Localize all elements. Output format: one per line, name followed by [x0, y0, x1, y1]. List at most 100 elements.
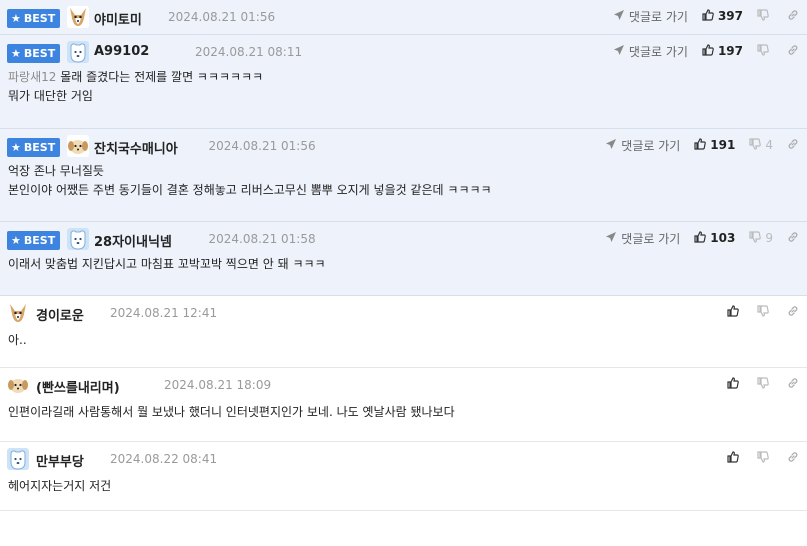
thumbs-down-icon	[757, 304, 769, 320]
arrow-icon	[613, 44, 625, 59]
thumbs-up-icon	[702, 8, 714, 24]
comment-body: 아..	[0, 326, 807, 350]
comment-date: 2024.08.21 01:56	[168, 10, 276, 24]
upvote-count: 397	[717, 9, 743, 23]
comment-date: 2024.08.21 01:56	[208, 139, 316, 153]
upvote-button[interactable]: 191	[694, 137, 735, 153]
goto-reply-link[interactable]: 댓글로 가기	[605, 230, 680, 247]
link-button[interactable]	[787, 44, 799, 59]
nickname[interactable]: A99102	[94, 44, 149, 59]
upvote-count: 197	[717, 44, 743, 58]
link-button[interactable]	[787, 231, 799, 246]
comment-text: 몰래 즐겼다는 전제를 깔면 ㅋㅋㅋㅋㅋㅋ	[60, 70, 264, 84]
avatar[interactable]	[67, 41, 89, 63]
thumbs-down-icon	[749, 137, 762, 153]
comment-item: ★ BEST A99102 2024.08.21 08:11 댓글로 가기 197 파랑새1…	[0, 35, 807, 129]
comment-date: 2024.08.21 01:58	[208, 232, 316, 246]
thumbs-up-icon	[702, 43, 714, 59]
nickname[interactable]: 만부부당	[36, 451, 84, 470]
goto-reply-label: 댓글로 가기	[628, 44, 688, 59]
nickname[interactable]: 야미토미	[94, 9, 142, 28]
star-icon: ★	[11, 141, 21, 154]
link-button[interactable]	[787, 138, 799, 153]
avatar[interactable]	[67, 6, 89, 28]
comment-line: 뭐가 대단한 거임	[8, 87, 799, 106]
comment-text: 아..	[8, 333, 27, 347]
thumbs-down-icon	[757, 43, 769, 59]
thumbs-down-icon	[757, 8, 769, 24]
nickname[interactable]: 경이로운	[36, 305, 84, 324]
downvote-button[interactable]: 9	[749, 230, 773, 246]
best-badge: ★ BEST	[7, 9, 61, 28]
best-badge: ★ BEST	[7, 44, 61, 63]
upvote-button[interactable]: 397	[702, 8, 743, 24]
comment-date: 2024.08.21 08:11	[195, 45, 303, 59]
downvote-button[interactable]	[757, 8, 773, 24]
avatar[interactable]	[67, 228, 89, 250]
arrow-icon	[605, 138, 617, 153]
link-button[interactable]	[787, 377, 799, 392]
comment-text: 억장 존나 무너질듯	[8, 164, 104, 178]
goto-reply-link[interactable]: 댓글로 가기	[605, 137, 680, 154]
avatar[interactable]	[67, 135, 89, 157]
comment-body: 이래서 맞춤법 지킨답시고 마침표 꼬박꼬박 찍으면 안 돼 ㅋㅋㅋ	[0, 252, 807, 274]
comment-item: 경이로운 2024.08.21 12:41 아..	[0, 296, 807, 368]
upvote-button[interactable]	[727, 376, 743, 392]
comment-actions: 댓글로 가기 103 9	[605, 229, 799, 247]
nickname[interactable]: 잔치국수매니아	[94, 138, 178, 157]
comment-line: 본인이야 어쨌든 주변 동기들이 결혼 정해놓고 리버스고무신 뽐뿌 오지게 넣…	[8, 181, 799, 200]
best-label: BEST	[23, 12, 56, 25]
link-button[interactable]	[787, 9, 799, 24]
avatar[interactable]	[7, 448, 29, 470]
comment-line: 아..	[8, 331, 799, 350]
comment-item: 만부부당 2024.08.22 08:41 헤어지자는거지 저건	[0, 442, 807, 511]
best-label: BEST	[23, 141, 56, 154]
downvote-button[interactable]	[757, 43, 773, 59]
comment-actions	[727, 375, 799, 393]
link-button[interactable]	[787, 305, 799, 320]
comment-actions: 댓글로 가기 191 4	[605, 136, 799, 154]
avatar[interactable]	[7, 302, 29, 324]
comment-line: 억장 존나 무너질듯	[8, 162, 799, 181]
goto-reply-label: 댓글로 가기	[621, 138, 681, 153]
comment-item: (빤쓰를내리며) 2024.08.21 18:09 인편이라길래 사람통해서 뭘 보…	[0, 368, 807, 442]
nickname[interactable]: (빤쓰를내리며)	[36, 377, 120, 396]
comment-body: 억장 존나 무너질듯본인이야 어쨌든 주변 동기들이 결혼 정해놓고 리버스고무…	[0, 159, 807, 200]
comment-text: 인편이라길래 사람통해서 뭘 보냈나 했더니 인터넷편지인가 보네. 나도 옛날…	[8, 405, 455, 419]
best-badge: ★ BEST	[7, 231, 61, 250]
downvote-button[interactable]	[757, 450, 773, 466]
thumbs-up-icon	[694, 230, 707, 246]
downvote-button[interactable]: 4	[749, 137, 773, 153]
link-button[interactable]	[787, 451, 799, 466]
goto-reply-link[interactable]: 댓글로 가기	[613, 8, 688, 25]
thumbs-up-icon	[694, 137, 707, 153]
thumbs-up-icon	[727, 450, 739, 466]
comment-item: ★ BEST 잔치국수매니아 2024.08.21 01:56 댓글로 가기 191 4 억장…	[0, 129, 807, 222]
reply-target[interactable]: 파랑새12	[8, 70, 56, 84]
goto-reply-label: 댓글로 가기	[621, 231, 681, 246]
upvote-count: 103	[710, 231, 736, 245]
star-icon: ★	[11, 234, 21, 247]
upvote-button[interactable]: 197	[702, 43, 743, 59]
best-label: BEST	[23, 47, 56, 60]
downvote-count: 9	[765, 231, 773, 245]
comment-actions	[727, 303, 799, 321]
upvote-button[interactable]	[727, 304, 743, 320]
upvote-button[interactable]	[727, 450, 743, 466]
avatar[interactable]	[7, 374, 29, 396]
comment-date: 2024.08.21 12:41	[110, 306, 218, 320]
thumbs-up-icon	[727, 376, 739, 392]
comment-line: 파랑새12 몰래 즐겼다는 전제를 깔면 ㅋㅋㅋㅋㅋㅋ	[8, 68, 799, 87]
thumbs-down-icon	[757, 450, 769, 466]
link-icon	[787, 305, 799, 320]
nickname[interactable]: 28자이내닉넴	[94, 231, 172, 250]
best-badge: ★ BEST	[7, 138, 61, 157]
goto-reply-link[interactable]: 댓글로 가기	[613, 43, 688, 60]
upvote-button[interactable]: 103	[694, 230, 736, 246]
link-icon	[787, 231, 799, 246]
arrow-icon	[605, 231, 617, 246]
arrow-icon	[613, 9, 625, 24]
downvote-button[interactable]	[757, 376, 773, 392]
goto-reply-label: 댓글로 가기	[628, 9, 688, 24]
downvote-button[interactable]	[757, 304, 773, 320]
